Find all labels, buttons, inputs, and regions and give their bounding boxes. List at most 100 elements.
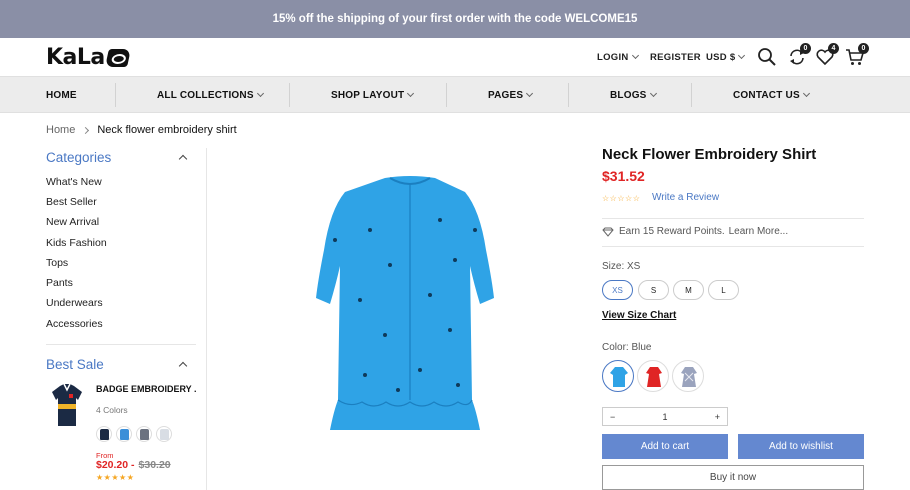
chevron-down-icon <box>649 89 657 97</box>
search-icon[interactable] <box>757 47 777 67</box>
product-main-image[interactable] <box>290 170 530 434</box>
dress-icon <box>610 367 628 387</box>
nav-divider <box>568 83 569 107</box>
nav-pages[interactable]: PAGES <box>488 77 534 113</box>
best-sale-swatch[interactable] <box>116 426 132 442</box>
chevron-down-icon <box>407 89 415 97</box>
best-sale-swatch[interactable] <box>96 426 112 442</box>
compare-count-badge: 0 <box>800 43 811 54</box>
best-sale-product-title[interactable]: BADGE EMBROIDERY ... <box>96 384 196 394</box>
category-accessories[interactable]: Accessories <box>46 318 103 330</box>
category-pants[interactable]: Pants <box>46 277 73 289</box>
color-option-red[interactable] <box>637 360 669 392</box>
shirt-icon <box>120 429 129 440</box>
category-new-arrival[interactable]: New Arrival <box>46 216 99 228</box>
promo-text: 15% off the shipping of your first order… <box>272 13 638 25</box>
qty-minus-button[interactable]: − <box>610 412 615 422</box>
size-option-m[interactable]: M <box>673 280 704 300</box>
breadcrumb-home[interactable]: Home <box>46 124 75 136</box>
chevron-down-icon <box>802 89 810 97</box>
nav-label: SHOP LAYOUT <box>331 89 405 101</box>
color-option-gray[interactable] <box>672 360 704 392</box>
nav-divider <box>691 83 692 107</box>
color-option-blue[interactable] <box>602 360 634 392</box>
category-tops[interactable]: Tops <box>46 257 68 269</box>
color-label: Color: Blue <box>602 342 652 353</box>
best-sale-swatch[interactable] <box>156 426 172 442</box>
nav-divider <box>446 83 447 107</box>
shirt-icon <box>140 429 149 440</box>
sidebar-divider <box>46 344 196 345</box>
category-kids-fashion[interactable]: Kids Fashion <box>46 237 107 249</box>
nav-label: PAGES <box>488 89 524 101</box>
sidebar-divider-vertical <box>206 148 207 490</box>
nav-label: CONTACT US <box>733 89 800 101</box>
chevron-up-icon[interactable] <box>178 154 188 164</box>
chevron-down-icon <box>526 89 534 97</box>
qty-value-input[interactable]: 1 <box>662 412 667 422</box>
nav-label: BLOGS <box>610 89 647 101</box>
nav-shop-layout[interactable]: SHOP LAYOUT <box>331 77 415 113</box>
categories-title[interactable]: Categories <box>46 150 111 165</box>
qty-plus-button[interactable]: + <box>715 412 720 422</box>
buy-now-button[interactable]: Buy it now <box>602 465 864 490</box>
login-link[interactable]: LOGIN <box>597 51 639 63</box>
chevron-up-icon[interactable] <box>178 361 188 371</box>
currency-selector[interactable]: USD $ <box>706 51 746 63</box>
nav-blogs[interactable]: BLOGS <box>610 77 657 113</box>
breadcrumb: Home Neck flower embroidery shirt <box>46 124 237 136</box>
best-sale-color-count: 4 Colors <box>96 405 128 415</box>
best-sale-price-range: $20.20 - <box>96 459 135 471</box>
product-title: Neck Flower Embroidery Shirt <box>602 146 817 163</box>
promo-bar: 15% off the shipping of your first order… <box>0 0 910 38</box>
best-sale-title[interactable]: Best Sale <box>46 357 104 372</box>
nav-label: ALL COLLECTIONS <box>157 89 254 101</box>
reward-points: Earn 15 Reward Points. Learn More... <box>602 226 788 237</box>
reward-text: Earn 15 Reward Points. <box>619 226 725 237</box>
nav-contact-us[interactable]: CONTACT US <box>733 77 810 113</box>
wishlist-count-badge: 4 <box>828 43 839 54</box>
wishlist-heart-icon[interactable]: 4 <box>815 43 839 67</box>
register-link[interactable]: REGISTER <box>650 52 701 63</box>
logo-mark-icon <box>104 48 131 67</box>
add-to-cart-button[interactable]: Add to cart <box>602 434 728 459</box>
nav-divider <box>289 83 290 107</box>
currency-label: USD $ <box>706 52 736 63</box>
best-sale-swatch[interactable] <box>136 426 152 442</box>
category-best-seller[interactable]: Best Seller <box>46 196 97 208</box>
product-rating-stars: ☆☆☆☆☆ <box>602 194 641 203</box>
learn-more-link[interactable]: Learn More... <box>729 226 788 237</box>
site-header: KaLa LOGIN REGISTER USD $ 0 4 0 <box>0 38 910 76</box>
login-label: LOGIN <box>597 52 629 63</box>
size-option-s[interactable]: S <box>638 280 669 300</box>
breadcrumb-current: Neck flower embroidery shirt <box>97 124 237 136</box>
dress-icon <box>681 367 697 387</box>
category-underwears[interactable]: Underwears <box>46 297 103 309</box>
best-sale-old-price: $30.20 <box>138 459 171 471</box>
nav-all-collections[interactable]: ALL COLLECTIONS <box>157 77 264 113</box>
category-whats-new[interactable]: What's New <box>46 176 102 188</box>
site-logo[interactable]: KaLa <box>46 45 131 70</box>
size-option-xs[interactable]: XS <box>602 280 633 300</box>
nav-home[interactable]: HOME <box>46 77 77 113</box>
divider <box>602 218 864 219</box>
nav-divider <box>115 83 116 107</box>
size-option-l[interactable]: L <box>708 280 739 300</box>
diamond-icon <box>602 227 614 237</box>
chevron-down-icon <box>256 89 264 97</box>
write-review-link[interactable]: Write a Review <box>652 192 719 203</box>
size-label: Size: XS <box>602 261 641 272</box>
shirt-icon <box>100 429 109 440</box>
divider <box>602 246 864 247</box>
shirt-icon <box>160 429 169 440</box>
chevron-down-icon <box>738 51 746 60</box>
best-sale-product-image[interactable] <box>50 382 84 428</box>
quantity-stepper: − 1 + <box>602 407 728 426</box>
compare-icon[interactable]: 0 <box>787 43 811 67</box>
cart-icon[interactable]: 0 <box>845 43 869 67</box>
chevron-right-icon <box>82 126 90 134</box>
cart-count-badge: 0 <box>858 43 869 54</box>
best-sale-rating-stars: ★★★★★ <box>96 473 135 482</box>
add-to-wishlist-button[interactable]: Add to wishlist <box>738 434 864 459</box>
size-chart-link[interactable]: View Size Chart <box>602 310 676 321</box>
